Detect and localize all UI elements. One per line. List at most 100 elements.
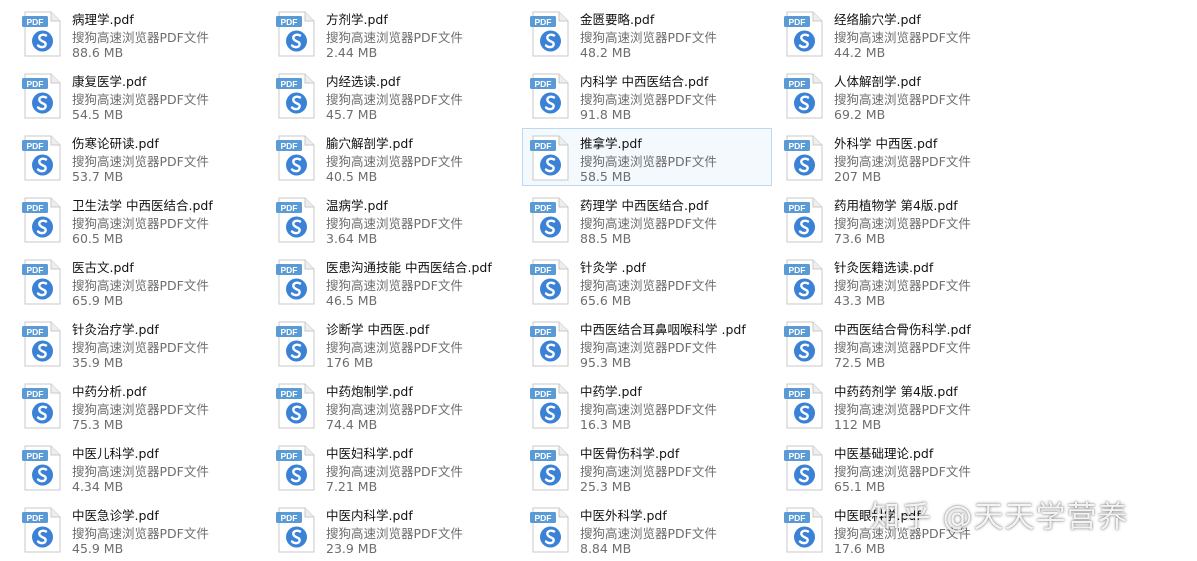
pdf-file-icon: PDF [21, 11, 63, 57]
file-name: 中西医结合耳鼻咽喉科学 .pdf [580, 322, 746, 337]
svg-text:PDF: PDF [535, 17, 552, 27]
file-item[interactable]: PDF 中药分析.pdf 搜狗高速浏览器PDF文件 75.3 MB [14, 376, 264, 434]
file-name: 药理学 中西医结合.pdf [580, 198, 709, 213]
file-item[interactable]: PDF 医患沟通技能 中西医结合.pdf 搜狗高速浏览器PDF文件 46.5 MB [268, 252, 518, 310]
file-size: 4.34 MB [72, 479, 124, 494]
file-item[interactable]: PDF 温病学.pdf 搜狗高速浏览器PDF文件 3.64 MB [268, 190, 518, 248]
file-item[interactable]: PDF 伤寒论研读.pdf 搜狗高速浏览器PDF文件 53.7 MB [14, 128, 264, 186]
file-name: 方剂学.pdf [326, 12, 388, 27]
file-type: 搜狗高速浏览器PDF文件 [72, 216, 209, 231]
svg-text:PDF: PDF [281, 17, 298, 27]
file-item[interactable]: PDF 中医急诊学.pdf 搜狗高速浏览器PDF文件 45.9 MB [14, 500, 264, 558]
file-item[interactable]: PDF 中医外科学.pdf 搜狗高速浏览器PDF文件 8.84 MB [522, 500, 772, 558]
file-type: 搜狗高速浏览器PDF文件 [326, 216, 463, 231]
file-name: 针灸医籍选读.pdf [834, 260, 934, 275]
svg-text:PDF: PDF [27, 389, 44, 399]
file-type: 搜狗高速浏览器PDF文件 [326, 340, 463, 355]
file-item[interactable]: PDF 经络腧穴学.pdf 搜狗高速浏览器PDF文件 44.2 MB [776, 4, 1026, 62]
file-type: 搜狗高速浏览器PDF文件 [326, 278, 463, 293]
file-name: 医古文.pdf [72, 260, 134, 275]
file-item[interactable]: PDF 推拿学.pdf 搜狗高速浏览器PDF文件 58.5 MB [522, 128, 772, 186]
file-item[interactable]: PDF 中医基础理论.pdf 搜狗高速浏览器PDF文件 65.1 MB [776, 438, 1026, 496]
svg-text:PDF: PDF [281, 327, 298, 337]
pdf-file-icon: PDF [529, 383, 571, 429]
file-item[interactable]: PDF 中西医结合骨伤科学.pdf 搜狗高速浏览器PDF文件 72.5 MB [776, 314, 1026, 372]
file-item[interactable]: PDF 病理学.pdf 搜狗高速浏览器PDF文件 88.6 MB [14, 4, 264, 62]
file-item[interactable]: PDF 中西医结合耳鼻咽喉科学 .pdf 搜狗高速浏览器PDF文件 95.3 MB [522, 314, 772, 372]
file-size: 25.3 MB [580, 479, 632, 494]
file-item[interactable]: PDF 内经选读.pdf 搜狗高速浏览器PDF文件 45.7 MB [268, 66, 518, 124]
file-name: 人体解剖学.pdf [834, 74, 921, 89]
svg-text:PDF: PDF [27, 141, 44, 151]
watermark: 知乎 @天天学营养 [870, 500, 1129, 535]
svg-text:PDF: PDF [535, 203, 552, 213]
file-type: 搜狗高速浏览器PDF文件 [326, 464, 463, 479]
file-item[interactable]: PDF 中药药剂学 第4版.pdf 搜狗高速浏览器PDF文件 112 MB [776, 376, 1026, 434]
file-item[interactable]: PDF 药理学 中西医结合.pdf 搜狗高速浏览器PDF文件 88.5 MB [522, 190, 772, 248]
pdf-file-icon: PDF [275, 11, 317, 57]
file-size: 44.2 MB [834, 45, 886, 60]
file-type: 搜狗高速浏览器PDF文件 [580, 216, 717, 231]
file-item[interactable]: PDF 中医骨伤科学.pdf 搜狗高速浏览器PDF文件 25.3 MB [522, 438, 772, 496]
file-type: 搜狗高速浏览器PDF文件 [326, 154, 463, 169]
file-item[interactable]: PDF 金匮要略.pdf 搜狗高速浏览器PDF文件 48.2 MB [522, 4, 772, 62]
file-item[interactable]: PDF 康复医学.pdf 搜狗高速浏览器PDF文件 54.5 MB [14, 66, 264, 124]
svg-text:PDF: PDF [535, 327, 552, 337]
file-item[interactable]: PDF 中医内科学.pdf 搜狗高速浏览器PDF文件 23.9 MB [268, 500, 518, 558]
file-type: 搜狗高速浏览器PDF文件 [72, 402, 209, 417]
file-size: 16.3 MB [580, 417, 632, 432]
file-type: 搜狗高速浏览器PDF文件 [72, 340, 209, 355]
file-type: 搜狗高速浏览器PDF文件 [326, 402, 463, 417]
file-item[interactable]: PDF 人体解剖学.pdf 搜狗高速浏览器PDF文件 69.2 MB [776, 66, 1026, 124]
file-item[interactable]: PDF 诊断学 中西医.pdf 搜狗高速浏览器PDF文件 176 MB [268, 314, 518, 372]
file-type: 搜狗高速浏览器PDF文件 [834, 30, 971, 45]
file-type: 搜狗高速浏览器PDF文件 [72, 464, 209, 479]
svg-text:PDF: PDF [789, 17, 806, 27]
file-type: 搜狗高速浏览器PDF文件 [580, 154, 717, 169]
pdf-file-icon: PDF [783, 507, 825, 553]
file-name: 内经选读.pdf [326, 74, 401, 89]
svg-text:PDF: PDF [281, 79, 298, 89]
file-item[interactable]: PDF 腧穴解剖学.pdf 搜狗高速浏览器PDF文件 40.5 MB [268, 128, 518, 186]
file-item[interactable]: PDF 药用植物学 第4版.pdf 搜狗高速浏览器PDF文件 73.6 MB [776, 190, 1026, 248]
pdf-file-icon: PDF [21, 321, 63, 367]
file-size: 45.9 MB [72, 541, 124, 556]
pdf-file-icon: PDF [783, 321, 825, 367]
file-name: 伤寒论研读.pdf [72, 136, 159, 151]
file-item[interactable]: PDF 外科学 中西医.pdf 搜狗高速浏览器PDF文件 207 MB [776, 128, 1026, 186]
pdf-file-icon: PDF [21, 445, 63, 491]
svg-text:PDF: PDF [535, 79, 552, 89]
svg-text:PDF: PDF [27, 451, 44, 461]
file-item[interactable]: PDF 医古文.pdf 搜狗高速浏览器PDF文件 65.9 MB [14, 252, 264, 310]
file-item[interactable]: PDF 中医儿科学.pdf 搜狗高速浏览器PDF文件 4.34 MB [14, 438, 264, 496]
file-item[interactable]: PDF 中药炮制学.pdf 搜狗高速浏览器PDF文件 74.4 MB [268, 376, 518, 434]
file-item[interactable]: PDF 中医妇科学.pdf 搜狗高速浏览器PDF文件 7.21 MB [268, 438, 518, 496]
file-item[interactable]: PDF 方剂学.pdf 搜狗高速浏览器PDF文件 2.44 MB [268, 4, 518, 62]
pdf-file-icon: PDF [783, 445, 825, 491]
svg-text:PDF: PDF [789, 327, 806, 337]
file-item[interactable]: PDF 内科学 中西医结合.pdf 搜狗高速浏览器PDF文件 91.8 MB [522, 66, 772, 124]
file-type: 搜狗高速浏览器PDF文件 [580, 464, 717, 479]
file-type: 搜狗高速浏览器PDF文件 [834, 340, 971, 355]
file-item[interactable]: PDF 针灸医籍选读.pdf 搜狗高速浏览器PDF文件 43.3 MB [776, 252, 1026, 310]
file-size: 74.4 MB [326, 417, 378, 432]
file-item[interactable]: PDF 中药学.pdf 搜狗高速浏览器PDF文件 16.3 MB [522, 376, 772, 434]
file-type: 搜狗高速浏览器PDF文件 [834, 464, 971, 479]
file-item[interactable]: PDF 卫生法学 中西医结合.pdf 搜狗高速浏览器PDF文件 60.5 MB [14, 190, 264, 248]
svg-text:PDF: PDF [27, 513, 44, 523]
pdf-file-icon: PDF [529, 445, 571, 491]
file-size: 48.2 MB [580, 45, 632, 60]
file-name: 中医妇科学.pdf [326, 446, 413, 461]
file-name: 药用植物学 第4版.pdf [834, 198, 958, 213]
pdf-file-icon: PDF [529, 259, 571, 305]
file-type: 搜狗高速浏览器PDF文件 [580, 402, 717, 417]
file-item[interactable]: PDF 针灸学 .pdf 搜狗高速浏览器PDF文件 65.6 MB [522, 252, 772, 310]
file-item[interactable]: PDF 针灸治疗学.pdf 搜狗高速浏览器PDF文件 35.9 MB [14, 314, 264, 372]
file-size: 69.2 MB [834, 107, 886, 122]
file-size: 23.9 MB [326, 541, 378, 556]
file-name: 病理学.pdf [72, 12, 134, 27]
svg-text:PDF: PDF [281, 513, 298, 523]
svg-text:PDF: PDF [789, 451, 806, 461]
file-size: 72.5 MB [834, 355, 886, 370]
svg-text:PDF: PDF [535, 389, 552, 399]
